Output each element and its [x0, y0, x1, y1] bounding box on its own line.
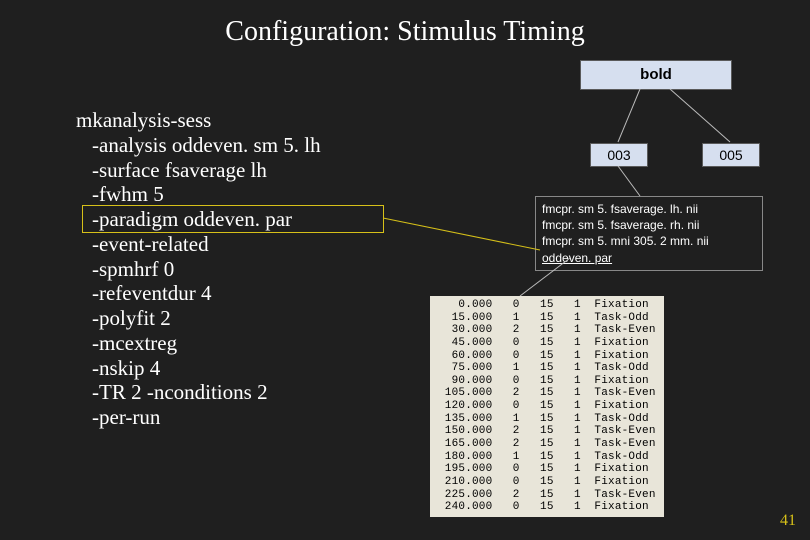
cmd-line-1: -analysis oddeven. sm 5. lh	[92, 133, 321, 158]
file-line-3: fmcpr. sm 5. mni 305. 2 mm. nii	[542, 233, 756, 249]
page-number: 41	[780, 512, 796, 530]
slide: Configuration: Stimulus Timing bold 003 …	[0, 0, 810, 540]
cmd-line-4: -paradigm oddeven. par	[92, 207, 321, 232]
cmd-line-5: -event-related	[92, 232, 321, 257]
bold-folder-box: bold	[580, 60, 732, 90]
cmd-line-8: -polyfit 2	[92, 306, 321, 331]
file-list-box: fmcpr. sm 5. fsaverage. lh. nii fmcpr. s…	[535, 196, 763, 271]
cmd-line-9: -mcextreg	[92, 331, 321, 356]
run-005-box: 005	[702, 143, 760, 167]
paradigm-data-table: 0.000 0 15 1 Fixation 15.000 1 15 1 Task…	[430, 296, 664, 517]
command-block: mkanalysis-sess -analysis oddeven. sm 5.…	[76, 108, 321, 430]
cmd-line-11: -TR 2 -nconditions 2	[92, 380, 321, 405]
slide-title: Configuration: Stimulus Timing	[0, 16, 810, 48]
file-line-2: fmcpr. sm 5. fsaverage. rh. nii	[542, 217, 756, 233]
cmd-line-10: -nskip 4	[92, 356, 321, 381]
cmd-line-0: mkanalysis-sess	[76, 108, 321, 133]
file-line-1: fmcpr. sm 5. fsaverage. lh. nii	[542, 201, 756, 217]
cmd-line-6: -spmhrf 0	[92, 257, 321, 282]
cmd-line-2: -surface fsaverage lh	[92, 158, 321, 183]
file-line-4: oddeven. par	[542, 250, 756, 266]
cmd-line-7: -refeventdur 4	[92, 281, 321, 306]
cmd-line-3: -fwhm 5	[92, 182, 321, 207]
cmd-line-12: -per-run	[92, 405, 321, 430]
run-003-box: 003	[590, 143, 648, 167]
